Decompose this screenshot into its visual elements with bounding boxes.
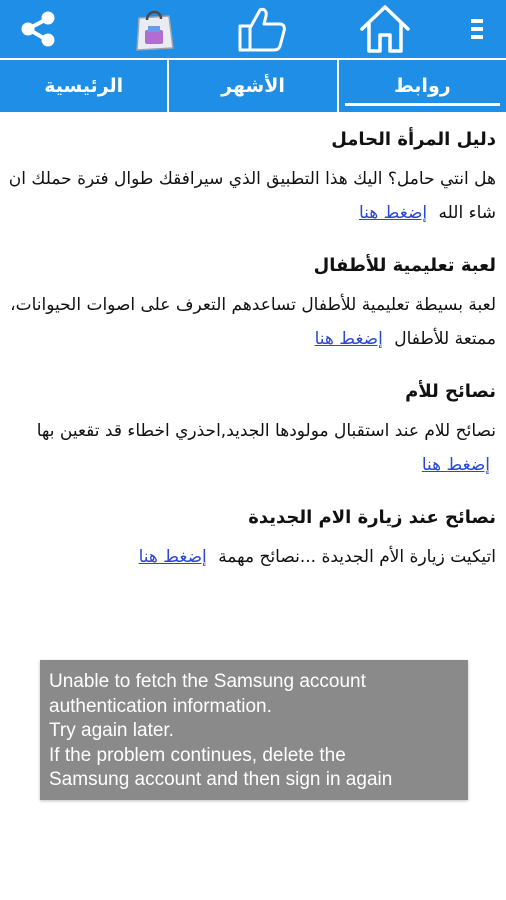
error-toast: Unable to fetch the Samsung account auth… — [40, 660, 468, 800]
list-item: لعبة تعليمية للأطفال لعبة بسيطة تعليمية … — [0, 254, 506, 356]
item-title: نصائح عند زيارة الام الجديدة — [248, 507, 496, 528]
press-here-link[interactable]: إضغط هنا — [422, 455, 490, 475]
item-description-text: نصائح للام عند استقبال مولودها الجديد,اح… — [36, 421, 496, 441]
tab-bar: الرئيسية الأشهر روابط — [0, 58, 506, 112]
shopping-bag-icon[interactable] — [128, 4, 180, 54]
item-description: اتيكيت زيارة الأم الجديدة ...نصائح مهمة … — [8, 540, 496, 574]
press-here-link[interactable]: إضغط هنا — [139, 547, 207, 567]
share-icon[interactable] — [10, 4, 66, 54]
item-description-text: اتيكيت زيارة الأم الجديدة ...نصائح مهمة — [218, 547, 496, 567]
item-title: لعبة تعليمية للأطفال — [313, 255, 496, 276]
toast-line: Unable to fetch the Samsung account — [49, 671, 366, 692]
item-description: لعبة بسيطة تعليمية للأطفال تساعدهم التعر… — [8, 288, 496, 356]
toast-line: If the problem continues, delete the — [49, 744, 346, 766]
list-item: نصائح للأم نصائح للام عند استقبال مولوده… — [0, 380, 506, 482]
item-description-text: لعبة بسيطة تعليمية للأطفال تساعدهم التعر… — [10, 295, 496, 349]
press-here-link[interactable]: إضغط هنا — [315, 329, 383, 349]
toast-line: Samsung account and then sign in again — [49, 769, 393, 790]
tab-links[interactable]: روابط — [339, 60, 506, 112]
tab-home[interactable]: الرئيسية — [0, 60, 170, 112]
links-list: دليل المرأة الحامل هل انتي حامل؟ اليك هذ… — [0, 112, 506, 574]
list-item: دليل المرأة الحامل هل انتي حامل؟ اليك هذ… — [0, 128, 506, 230]
toast-line: authentication information. — [49, 695, 272, 717]
list-item: نصائح عند زيارة الام الجديدة اتيكيت زيار… — [0, 506, 506, 574]
top-action-bar — [0, 0, 506, 58]
press-here-link[interactable]: إضغط هنا — [359, 203, 427, 223]
item-description: هل انتي حامل؟ اليك هذا التطبيق الذي سيرا… — [8, 162, 496, 230]
item-title: نصائح للأم — [405, 381, 496, 402]
item-description: نصائح للام عند استقبال مولودها الجديد,اح… — [8, 414, 496, 482]
toast-line: Try again later. — [49, 720, 174, 741]
thumbs-up-icon[interactable] — [230, 4, 292, 54]
item-title: دليل المرأة الحامل — [331, 129, 496, 150]
tab-months[interactable]: الأشهر — [169, 60, 339, 112]
overflow-menu-icon[interactable] — [462, 4, 492, 54]
home-icon[interactable] — [354, 4, 416, 54]
